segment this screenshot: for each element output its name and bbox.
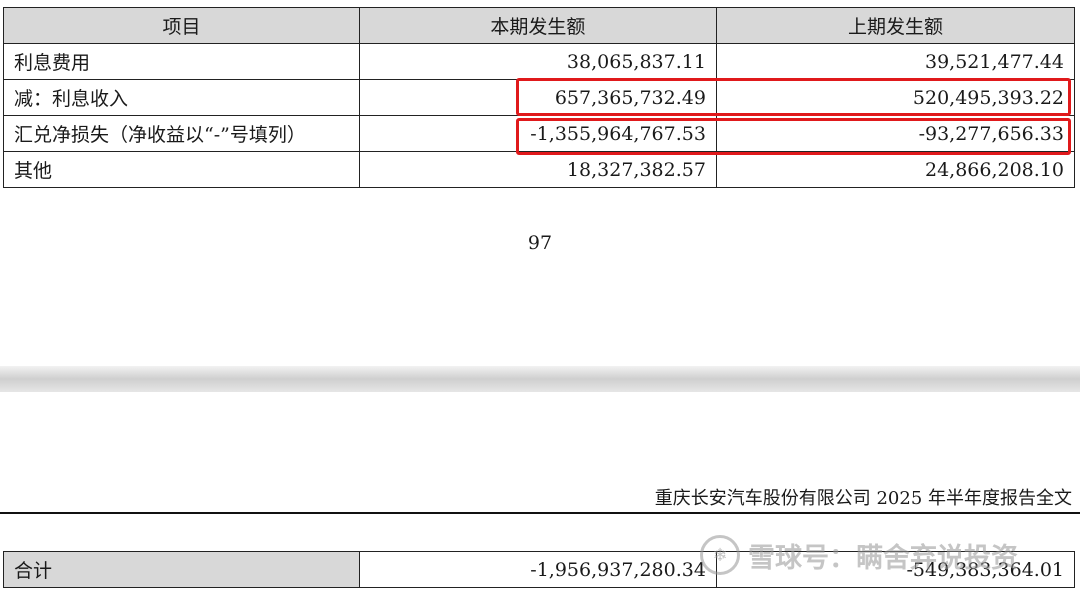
row-item-label: 汇兑净损失（净收益以“-”号填列） [3, 115, 360, 152]
row-previous-value: 39,521,477.44 [715, 43, 1076, 80]
watermark-text: 雪球号：瞒舍弃说投资 [748, 542, 1018, 574]
row-current-value: 657,365,732.49 [358, 79, 717, 116]
page-separator [0, 366, 1080, 392]
table-row: 减：利息收入 657,365,732.49 520,495,393.22 [3, 79, 1076, 116]
table-row: 其他 18,327,382.57 24,866,208.10 [3, 151, 1076, 188]
running-header: 重庆长安汽车股份有限公司 2025 年半年度报告全文 [654, 488, 1072, 509]
row-current-value: 38,065,837.11 [358, 43, 717, 80]
header-item: 项目 [3, 7, 360, 44]
row-current-value: 18,327,382.57 [358, 151, 717, 188]
watermark: ❄ 雪球号：瞒舍弃说投资 [700, 530, 1060, 580]
row-item-label: 其他 [3, 151, 360, 188]
table-header-row: 项目 本期发生额 上期发生额 [3, 7, 1076, 44]
financial-expense-table: 项目 本期发生额 上期发生额 利息费用 38,065,837.11 39,521… [3, 7, 1076, 188]
table-row: 汇兑净损失（净收益以“-”号填列） -1,355,964,767.53 -93,… [3, 115, 1076, 152]
row-current-value: -1,355,964,767.53 [358, 115, 717, 152]
header-current-period: 本期发生额 [358, 7, 717, 44]
total-current-value: -1,956,937,280.34 [358, 551, 717, 588]
row-previous-value: 520,495,393.22 [715, 79, 1076, 116]
row-item-label: 减：利息收入 [3, 79, 360, 116]
row-previous-value: -93,277,656.33 [715, 115, 1076, 152]
total-label: 合计 [3, 551, 360, 588]
row-previous-value: 24,866,208.10 [715, 151, 1076, 188]
header-previous-period: 上期发生额 [715, 7, 1076, 44]
header-rule [0, 512, 1080, 514]
row-item-label: 利息费用 [3, 43, 360, 80]
snowball-logo-icon: ❄ [700, 535, 740, 575]
page-number: 97 [527, 232, 553, 254]
table-row: 利息费用 38,065,837.11 39,521,477.44 [3, 43, 1076, 80]
